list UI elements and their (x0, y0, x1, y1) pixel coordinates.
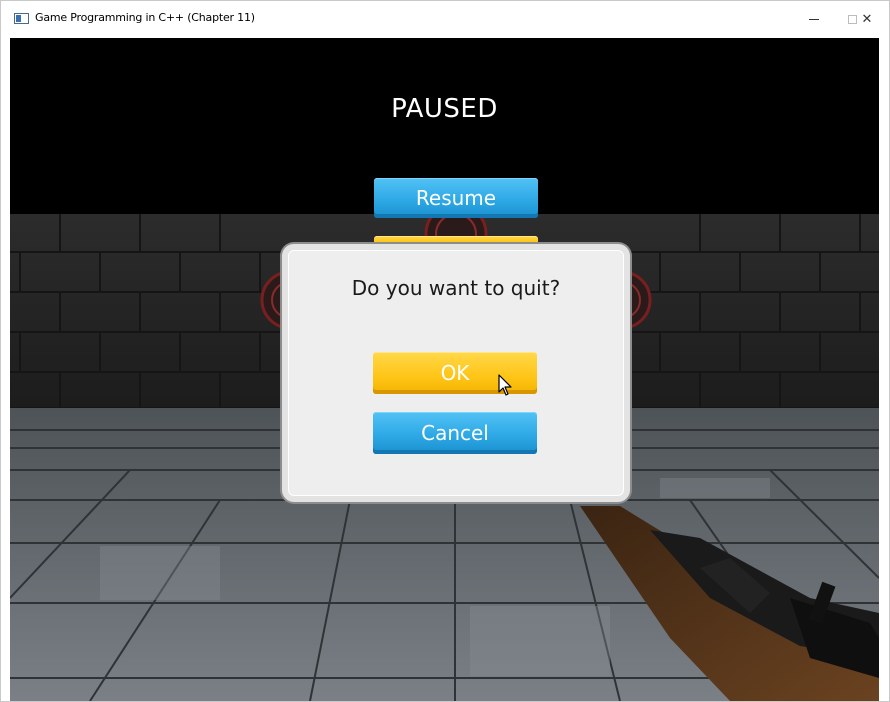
cancel-button[interactable]: Cancel (373, 412, 537, 454)
title-bar[interactable]: Game Programming in C++ (Chapter 11) ✕ (1, 1, 889, 37)
mouse-pointer-icon (498, 374, 512, 396)
close-button[interactable]: ✕ (844, 1, 890, 37)
resume-button[interactable]: Resume (374, 178, 538, 218)
window-title: Game Programming in C++ (Chapter 11) (35, 11, 255, 24)
game-viewport[interactable]: PAUSED Resume Do you want to quit? OK Ca… (10, 38, 879, 701)
app-icon (14, 13, 29, 24)
dialog-message: Do you want to quit? (351, 276, 561, 300)
pause-title: PAUSED (391, 94, 498, 124)
app-window: Game Programming in C++ (Chapter 11) ✕ P… (0, 0, 890, 702)
quit-dialog: Do you want to quit? OK Cancel (282, 244, 630, 502)
